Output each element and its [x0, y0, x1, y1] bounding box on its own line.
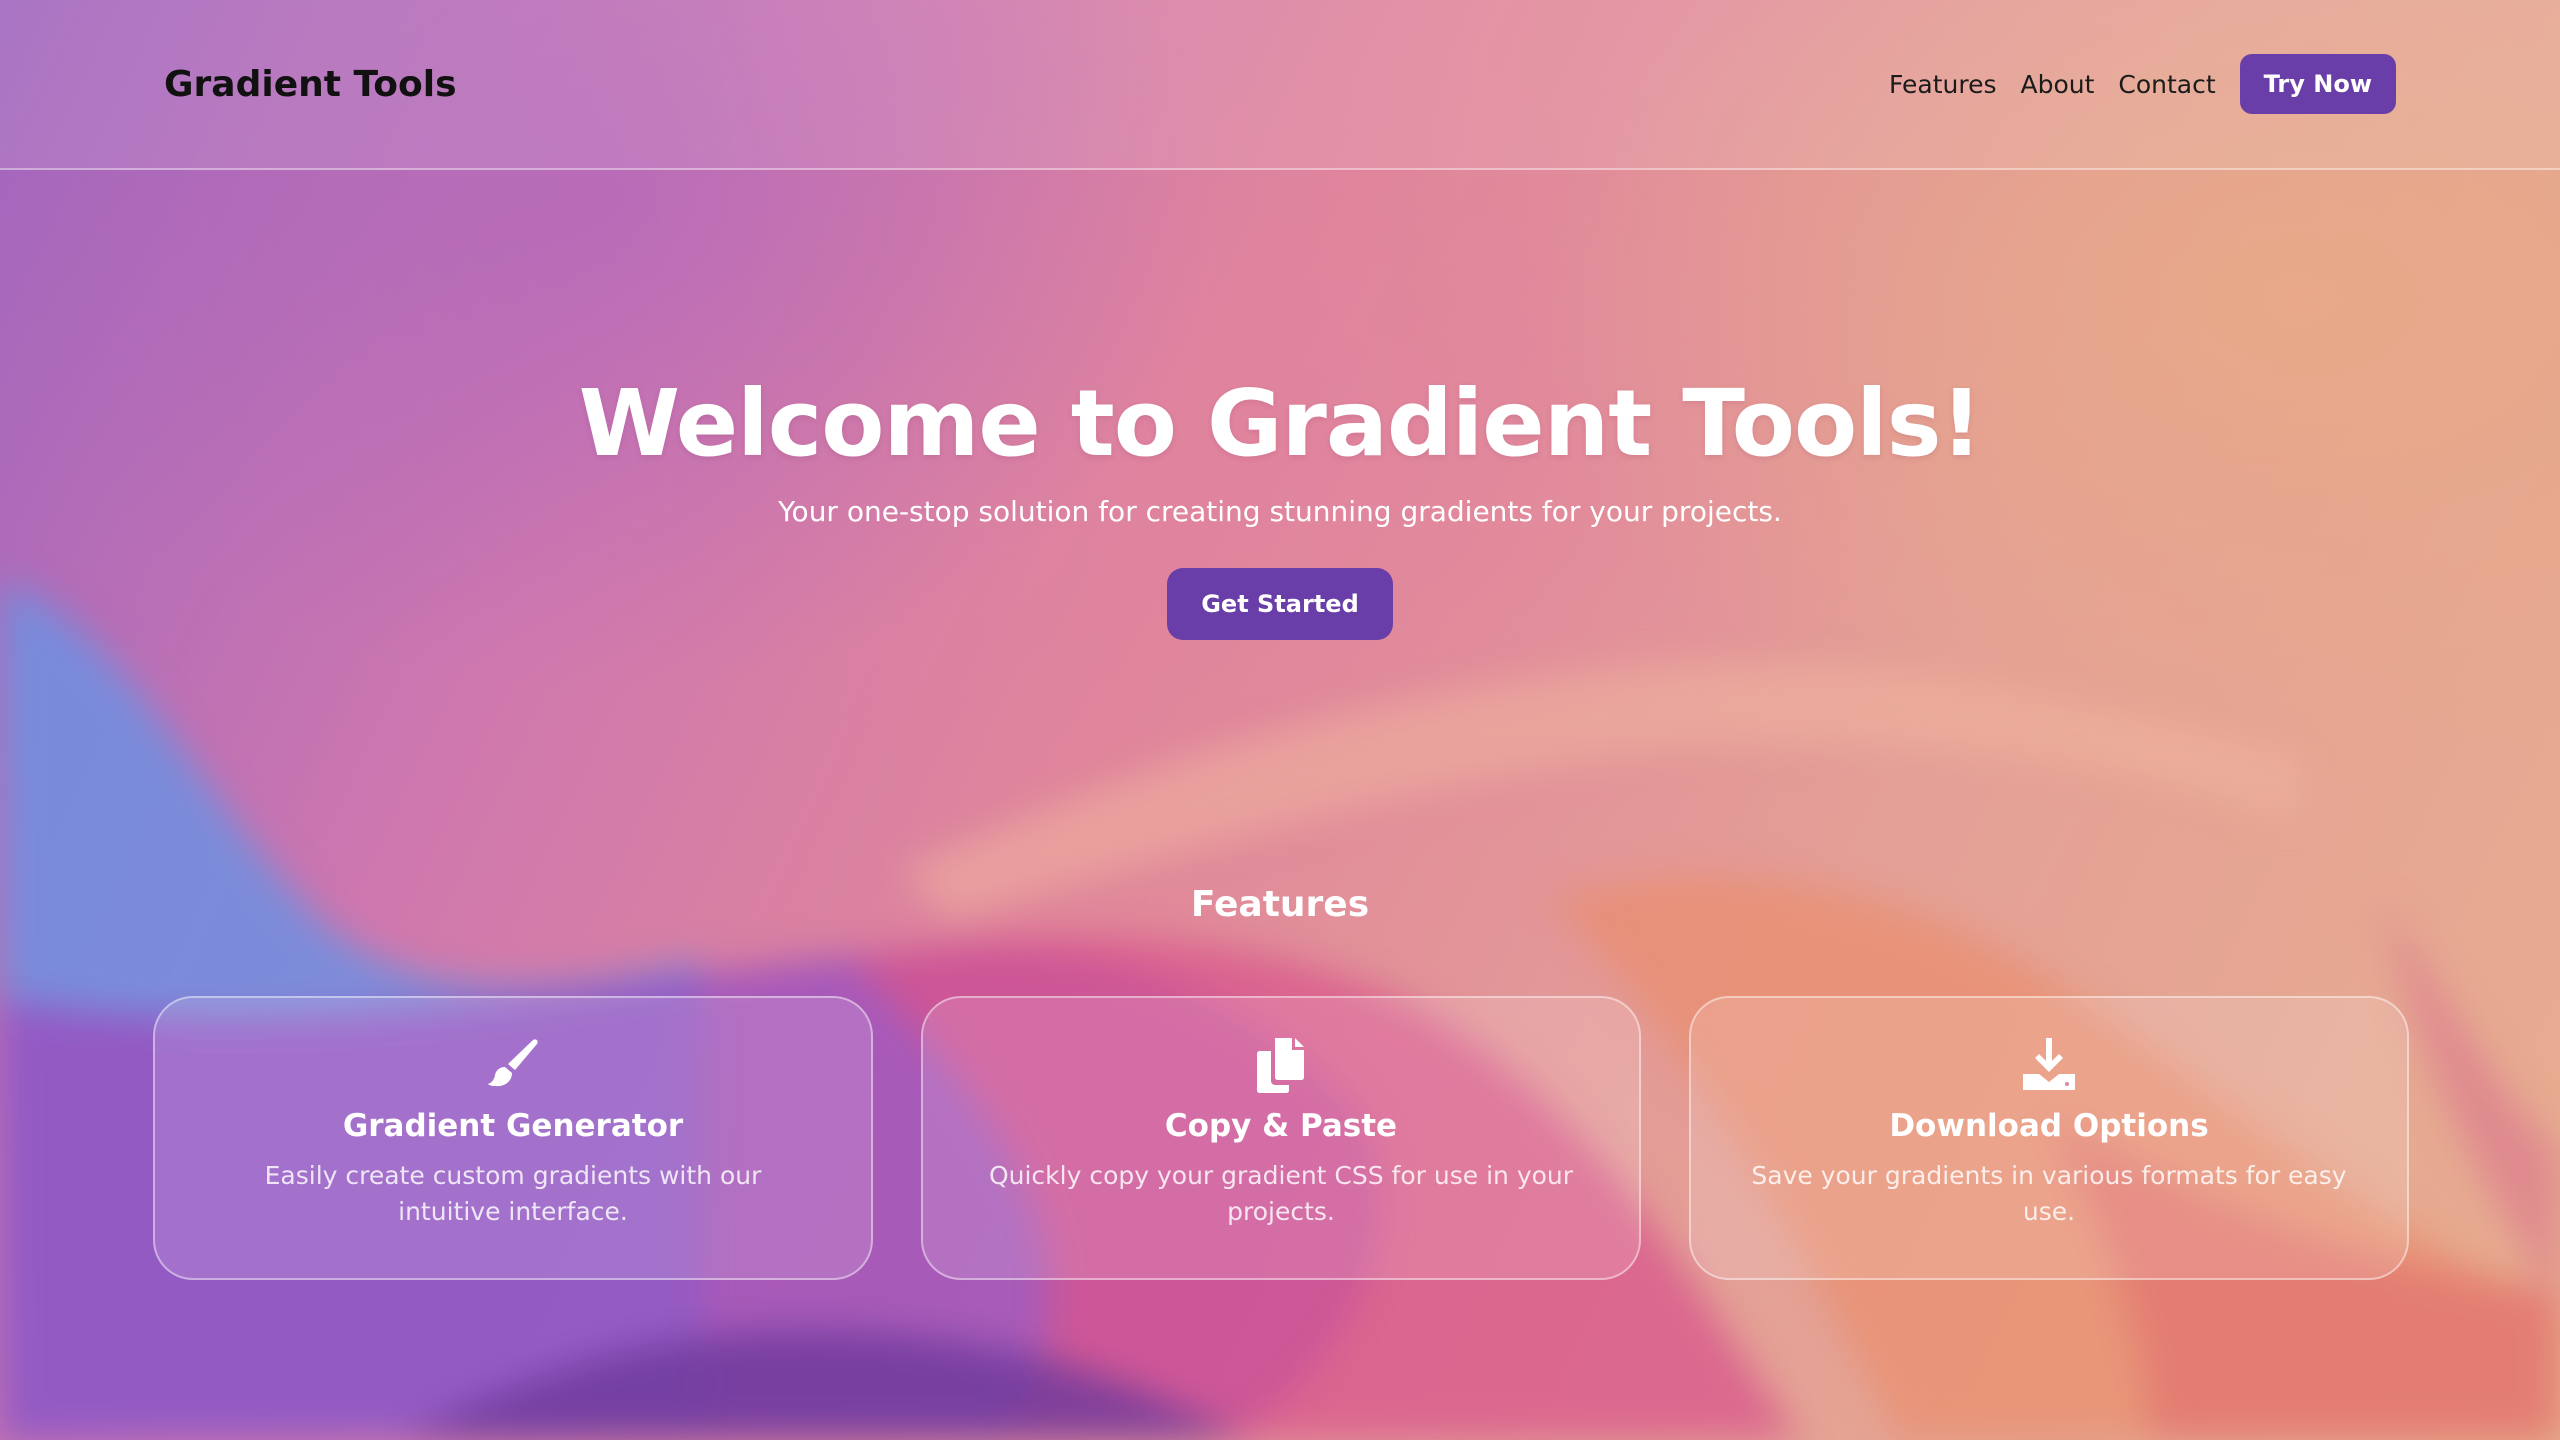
feature-card-download-options: Download Options Save your gradients in … — [1689, 996, 2409, 1280]
download-icon — [2023, 1038, 2075, 1090]
feature-card-title: Download Options — [1889, 1108, 2209, 1144]
hero-section: Welcome to Gradient Tools! Your one-stop… — [0, 370, 2560, 640]
copy-icon — [1257, 1038, 1304, 1093]
paintbrush-icon — [488, 1039, 538, 1087]
hero-title: Welcome to Gradient Tools! — [578, 370, 1983, 477]
feature-card-title: Gradient Generator — [342, 1108, 684, 1144]
feature-cards: Gradient Generator Easily create custom … — [153, 996, 2409, 1280]
nav-link-about[interactable]: About — [2020, 70, 2094, 99]
top-navigation-bar: Gradient Tools Features About Contact Tr… — [0, 0, 2560, 170]
try-now-button[interactable]: Try Now — [2239, 54, 2396, 114]
feature-card-title: Copy & Paste — [1164, 1108, 1398, 1144]
hero-subtitle: Your one-stop solution for creating stun… — [778, 495, 1782, 528]
get-started-button[interactable]: Get Started — [1167, 568, 1393, 640]
feature-card-description: Save your gradients in various formats f… — [1751, 1161, 2347, 1226]
features-heading: Features — [1190, 884, 1370, 925]
feature-card-gradient-generator: Gradient Generator Easily create custom … — [153, 996, 873, 1280]
nav-link-contact[interactable]: Contact — [2118, 70, 2215, 99]
feature-card-copy-paste: Copy & Paste Quickly copy your gradient … — [921, 996, 1641, 1280]
main-nav: Features About Contact Try Now — [1889, 54, 2396, 114]
nav-link-features[interactable]: Features — [1889, 70, 1997, 99]
feature-card-description: Quickly copy your gradient CSS for use i… — [988, 1161, 1574, 1226]
brand-logo-text[interactable]: Gradient Tools — [164, 64, 457, 105]
feature-card-description: Easily create custom gradients with our … — [264, 1161, 762, 1226]
